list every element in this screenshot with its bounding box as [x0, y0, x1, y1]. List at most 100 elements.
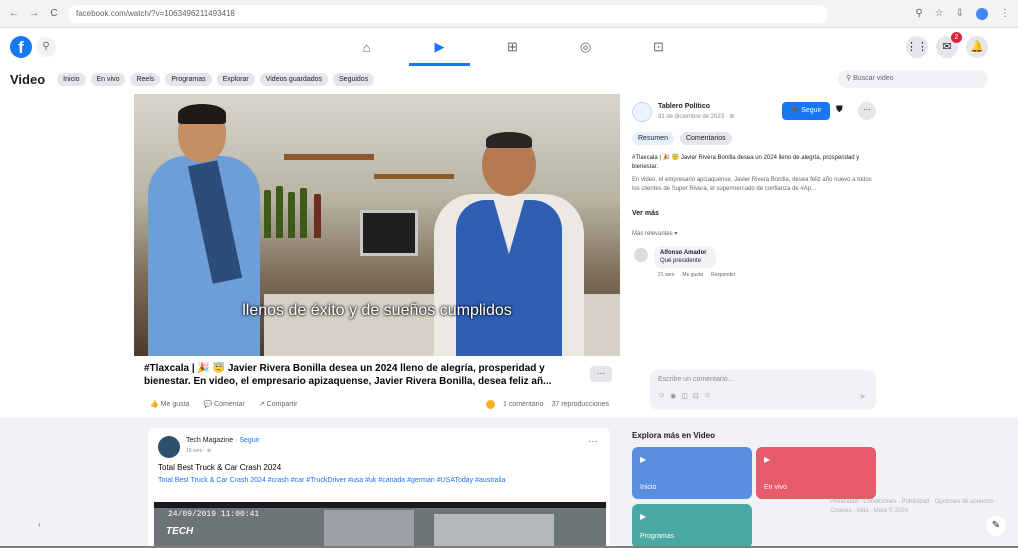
reaction-icon	[486, 400, 495, 409]
tab-comentarios[interactable]: Comentarios	[679, 132, 732, 145]
explore-tile-programas[interactable]: ▶ Programas	[632, 504, 752, 548]
live-icon: ▶	[764, 455, 771, 464]
comment-meta: 21 sem Me gusta Responder	[658, 272, 735, 278]
video-header: Video Inicio En vivo Reels Programas Exp…	[0, 66, 1018, 92]
messenger-glyph: ✉	[942, 41, 952, 53]
tile-label: Programas	[640, 533, 675, 540]
nav-gaming-icon[interactable]: ⊡	[622, 28, 695, 66]
address-bar[interactable]: facebook.com/watch/?v=1063496211493418	[68, 4, 828, 23]
comment-bubble: Alfonso Amador Qué presidente	[654, 246, 716, 268]
bookmark-icon[interactable]: ☆	[935, 8, 944, 20]
tile-label: Inicio	[640, 484, 657, 491]
pill-en-vivo[interactable]: En vivo	[90, 72, 126, 86]
page-avatar[interactable]	[632, 102, 652, 122]
post-description: #Tlaxcala | 🎉 😇 Javier Rivera Bonilla de…	[144, 363, 552, 387]
video-summary: #Tlaxcala | 🎉 😇 Javier Rivera Bonilla de…	[632, 154, 878, 194]
post-more-button[interactable]: ...	[590, 366, 612, 382]
nav-marketplace-icon[interactable]: ⊞	[476, 28, 549, 66]
facebook-logo[interactable]: f	[10, 36, 32, 58]
bottle	[288, 192, 295, 238]
send-icon[interactable]: ➤	[859, 392, 866, 401]
pill-videos-guardados[interactable]: Videos guardados	[259, 72, 329, 86]
nav-home-icon[interactable]: ⌂	[330, 28, 403, 66]
nav-video-icon[interactable]: ▶	[403, 28, 476, 66]
camera-icon[interactable]: ◉	[670, 392, 676, 400]
comment-button[interactable]: 💬 Comentar	[203, 400, 244, 408]
facebook-topbar: f ⚲ ⌂ ▶ ⊞ ◎ ⊡ ⋮⋮ ✉ 2 🔔	[0, 28, 1018, 66]
main-nav: ⌂ ▶ ⊞ ◎ ⊡	[330, 28, 695, 66]
video-search-input[interactable]: ⚲ Buscar video	[838, 70, 988, 88]
comment-time: 21 sem	[658, 272, 675, 278]
card-follow-link[interactable]: · Seguir	[235, 437, 260, 444]
card-video-thumbnail[interactable]: 24/09/2019 11:00:41 TECH	[154, 502, 606, 548]
video-player[interactable]: llenos de éxito y de sueños cumplidos	[134, 94, 620, 356]
bottle	[264, 190, 271, 238]
pill-seguidos[interactable]: Seguidos	[333, 72, 375, 86]
see-more-link[interactable]: Ver más	[632, 210, 659, 217]
footer-links[interactable]: Privacidad · Condiciones · Publicidad · …	[830, 498, 1000, 516]
view-count: 37 reproducciones	[551, 401, 610, 408]
search-icon[interactable]: ⚲	[36, 37, 56, 57]
gif-icon[interactable]: ◫	[681, 392, 688, 400]
summary-headline: #Tlaxcala | 🎉 😇 Javier Rivera Bonilla de…	[632, 155, 860, 170]
commenter-name[interactable]: Alfonso Amador	[660, 249, 710, 257]
comment-avatar[interactable]	[634, 248, 648, 262]
explore-tile-en-vivo[interactable]: ▶ En vivo	[756, 447, 876, 499]
card-page-name: Tech Magazine · Seguir	[186, 437, 260, 444]
tile-label: En vivo	[764, 484, 787, 491]
emoji-icon[interactable]: ☺	[658, 392, 665, 400]
share-button[interactable]: ↗ Compartir	[259, 400, 298, 408]
shows-icon: ▶	[640, 512, 647, 521]
notification-badge: 2	[951, 32, 962, 43]
like-button[interactable]: 👍 Me gusta	[150, 400, 189, 408]
play-icon: ▶	[640, 455, 647, 464]
notifications-bell-icon[interactable]: 🔔	[966, 36, 988, 58]
shopkeeper-hair	[486, 132, 532, 148]
chevron-left-icon[interactable]: ‹	[38, 520, 41, 529]
watermark-brand: TECH	[166, 526, 194, 537]
page-name[interactable]: Tablero Político	[658, 103, 710, 110]
comment-sort-dropdown[interactable]: Más relevantes ▾	[632, 230, 677, 237]
card-title: Total Best Truck & Car Crash 2024	[158, 463, 282, 472]
pill-inicio[interactable]: Inicio	[57, 72, 86, 86]
comment-tools: ☺ ◉ ◫ ⊡ ☺	[658, 392, 711, 400]
menu-grid-icon[interactable]: ⋮⋮	[906, 36, 928, 58]
forward-icon[interactable]: →	[28, 8, 40, 19]
explore-tile-inicio[interactable]: ▶ Inicio	[632, 447, 752, 499]
follow-button[interactable]: ➕ Seguir	[782, 102, 830, 120]
back-icon[interactable]: ←	[8, 8, 20, 19]
comment-input[interactable]: Escribe un comentario... ☺ ◉ ◫ ⊡ ☺ ➤	[650, 370, 876, 410]
browser-actions: ⚲ ☆ ⇩ ⋮	[915, 7, 1010, 20]
bottle	[276, 186, 283, 238]
new-message-edit-icon[interactable]: ✎	[986, 516, 1006, 536]
browser-menu-icon[interactable]: ⋮	[1000, 8, 1010, 20]
url-text: facebook.com/watch/?v=1063496211493418	[76, 9, 235, 18]
card-page-title[interactable]: Tech Magazine	[186, 437, 233, 444]
sticker-icon[interactable]: ⊡	[693, 392, 699, 400]
card-more-icon[interactable]: ···	[588, 436, 598, 447]
comment-text: Qué presidente	[660, 258, 702, 264]
post-actions: 👍 Me gusta 💬 Comentar ↗ Compartir	[150, 400, 297, 408]
avatar-sticker-icon[interactable]: ☺	[704, 392, 711, 400]
pill-programas[interactable]: Programas	[165, 72, 212, 86]
zoom-icon[interactable]: ⚲	[915, 8, 922, 20]
pill-reels[interactable]: Reels	[130, 72, 161, 86]
download-icon[interactable]: ⇩	[956, 8, 964, 20]
tab-resumen[interactable]: Resumen	[632, 132, 674, 145]
save-icon[interactable]: ⛊	[836, 104, 843, 115]
video-subtitle: llenos de éxito y de sueños cumplidos	[242, 302, 512, 319]
comment-placeholder: Escribe un comentario...	[658, 376, 734, 383]
dashcam-timestamp: 24/09/2019 11:00:41	[168, 510, 260, 519]
more-options-icon[interactable]: ···	[858, 102, 876, 120]
reload-icon[interactable]: C	[48, 8, 60, 19]
messenger-icon[interactable]: ✉ 2	[936, 32, 962, 58]
profile-avatar[interactable]	[976, 7, 988, 20]
summary-body: En video, el empresario apizaquense, Jav…	[632, 177, 872, 192]
comment-count[interactable]: 1 comentario	[503, 401, 543, 408]
card-hashtags[interactable]: #crash #car #TruckDriver #usa #uk #canad…	[268, 477, 506, 484]
comment-like-link[interactable]: Me gusta	[682, 272, 703, 278]
nav-groups-icon[interactable]: ◎	[549, 28, 622, 66]
comment-reply-link[interactable]: Responder	[711, 272, 735, 278]
pill-explorar[interactable]: Explorar	[216, 72, 255, 86]
card-page-avatar[interactable]	[158, 436, 180, 458]
